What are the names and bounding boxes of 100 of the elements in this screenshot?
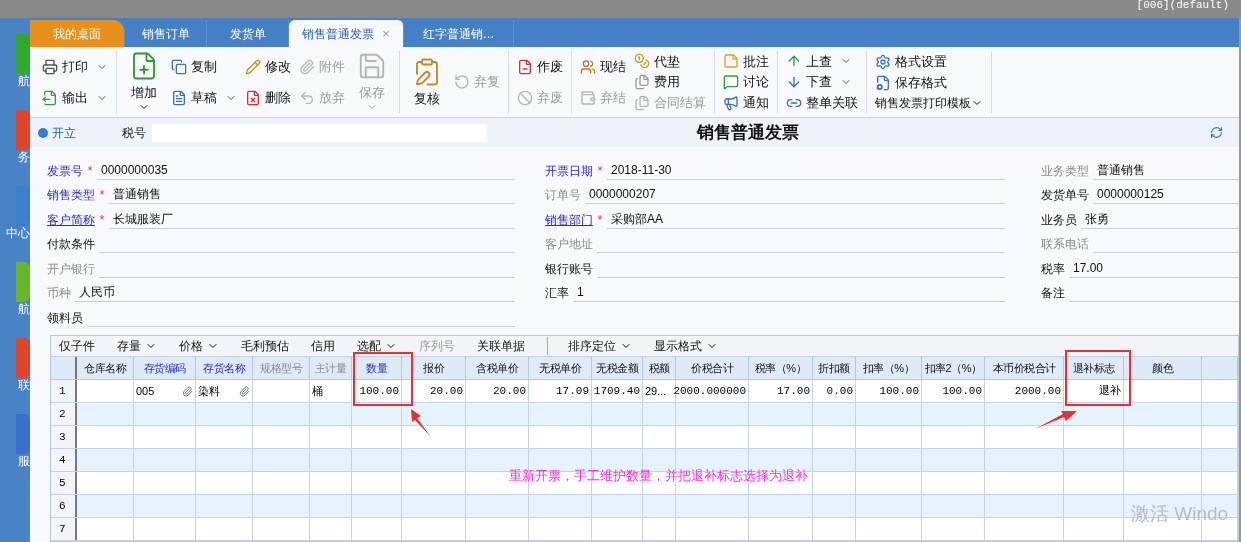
toolbar-button[interactable]: 打印 [42,56,108,77]
column-header[interactable]: 无税金额 [592,357,643,379]
column-header[interactable]: 数量 [352,357,402,379]
input-field[interactable]: 2018-11-30 [607,159,1005,180]
documents-icon [634,74,650,90]
column-header[interactable]: 仓库名称 [77,357,134,379]
required-mark: * [86,162,94,180]
column-header[interactable]: 报价 [402,357,466,379]
input-field[interactable]: 普通销售 [109,184,515,204]
refresh-icon[interactable] [1210,126,1223,139]
input-field[interactable]: 0000000125 [1093,184,1239,204]
toolbar-button[interactable]: 讨论 [723,72,769,92]
input-field[interactable]: 0000000207 [585,184,1005,204]
sidebar-label[interactable]: 联 [18,378,30,393]
toolbar-button[interactable]: 上查 [786,51,858,72]
field-label: 税率 [1041,260,1065,278]
app-tile-icon[interactable] [16,110,30,150]
field-label: 开票日期 [545,162,593,180]
app-tile-icon[interactable] [16,262,30,302]
sidebar-label[interactable]: 航 [18,302,30,317]
input-field[interactable]: 张勇 [1081,208,1239,229]
row-number: 3 [51,426,77,448]
toolbar-button[interactable]: 费用 [634,72,706,92]
app-tile-icon[interactable] [16,34,30,74]
table-cell-text: 29... [645,383,667,399]
grid-toolbar-button[interactable]: 毛利预估 [241,337,289,355]
column-header[interactable]: 税率（%） [749,357,813,379]
megaphone-icon [723,94,739,111]
table-cell-text: 17.09 [556,383,589,399]
undo-icon [299,89,315,106]
grid-toolbar-button[interactable]: 排序定位 [547,337,632,355]
column-header[interactable]: 扣率2（%） [922,357,985,379]
toolbar-button[interactable]: 增加 [125,50,163,114]
column-header[interactable]: 税额 [643,357,676,379]
paperclip-icon[interactable] [182,385,193,397]
column-header[interactable]: 价税合计 [676,357,749,379]
input-field[interactable]: 人民币 [75,282,515,302]
column-header[interactable]: 扣率（%） [856,357,922,379]
app-tile-icon[interactable] [16,338,30,378]
row-number: 6 [51,495,77,517]
tab[interactable]: 销售订单 [125,20,207,47]
grid-toolbar-button[interactable]: 显示格式 [654,337,718,355]
pencil-icon [245,58,261,75]
column-header[interactable]: 存货名称 [196,357,253,379]
input-field[interactable]: 长城服装厂 [109,208,515,229]
toolbar-button[interactable]: 草稿 [171,87,237,108]
grid-toolbar-button[interactable]: 选配 [357,337,397,355]
status-text: 开立 [52,124,77,142]
toolbar-button[interactable]: 销售发票打印模板 [875,94,983,113]
input-field[interactable]: 1 [573,282,1005,302]
toolbar-button[interactable]: 复制 [171,56,237,77]
annotation-text: 重新开票，手工维护数量，并把退补标志选择为退补 [509,467,808,485]
toolbar-button[interactable]: 作废 [517,56,563,77]
table-cell-text: 100.00 [879,383,919,399]
toolbar-button[interactable]: 整单关联 [786,92,858,113]
sidebar-label[interactable]: 航 [18,74,30,89]
toolbar-button[interactable]: 通知 [723,92,769,113]
column-header[interactable]: 无税单价 [529,357,592,379]
input-field[interactable]: 采购部AA [607,208,1005,229]
column-header[interactable]: 含税单价 [466,357,529,379]
toolbar-button[interactable]: 下查 [786,72,858,92]
required-mark: * [98,211,106,229]
column-header[interactable]: 颜色 [1124,357,1202,379]
app-tile-icon[interactable] [16,414,30,454]
column-header[interactable]: 本币价税合计 [985,357,1064,379]
highlight-frame [353,352,413,406]
tab[interactable]: 红字普通销… [404,20,514,47]
input-field[interactable]: 0000000035 [97,159,515,180]
input-field[interactable]: 17.00 [1069,257,1239,278]
toolbar-button[interactable]: 格式设置 [875,51,983,72]
tab[interactable]: 销售普通发票 × [289,20,404,47]
sidebar-label[interactable]: 中心 [6,226,30,241]
field-label[interactable]: 客户简称 [47,210,95,229]
sidebar-label[interactable]: 服 [18,454,30,469]
field-label[interactable]: 销售部门 [545,210,593,229]
table-cell-text: 005 [136,383,155,399]
toolbar-button[interactable]: 删除 [245,87,291,108]
required-mark: * [596,211,604,229]
grid-toolbar-button[interactable]: 存量 [117,337,157,355]
column-header[interactable]: 折扣额 [813,357,856,379]
app-tile-icon[interactable] [16,186,30,226]
toolbar-button[interactable]: 现结 [580,56,626,77]
grid-toolbar-button[interactable]: 关联单据 [477,337,525,355]
documents-icon [634,94,650,111]
grid-toolbar-button[interactable]: 信用 [311,337,335,355]
column-header[interactable]: 退补标志 [1064,357,1124,379]
ban-icon [517,89,533,106]
sidebar-label[interactable]: 务 [18,150,30,165]
paperclip-icon[interactable] [239,385,250,397]
grid-toolbar-button[interactable]: 仅子件 [59,337,95,355]
field-label: 订单号 [545,187,581,204]
column-header[interactable]: 存货编码 [134,357,196,379]
toolbar-button[interactable]: 输出 [42,87,108,108]
toolbar-button[interactable]: 修改 [245,56,291,77]
input-field[interactable]: 普通销售 [1093,159,1239,180]
toolbar-button[interactable]: 代垫 [634,51,706,72]
toolbar-button[interactable]: 保存格式 [875,73,983,93]
toolbar-button[interactable]: 批注 [723,51,769,72]
grid-toolbar-button[interactable]: 价格 [179,337,219,355]
toolbar-button[interactable]: 复核 [408,56,446,108]
